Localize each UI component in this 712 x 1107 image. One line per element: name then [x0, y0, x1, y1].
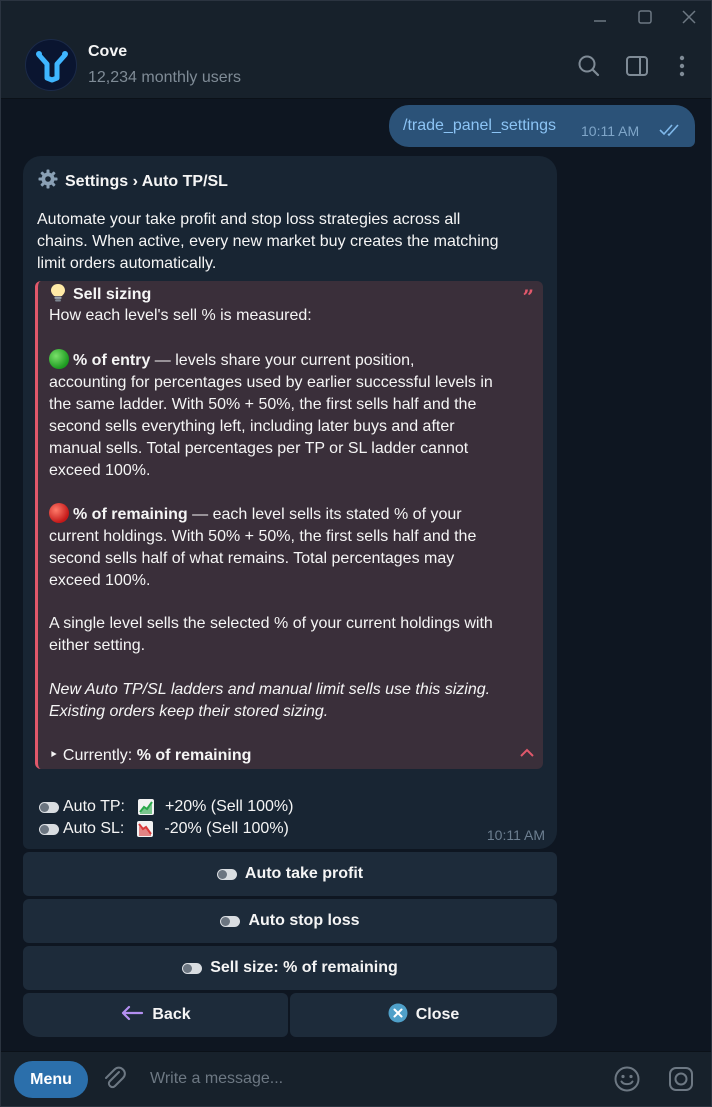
auto-sl-label: Auto SL: [63, 820, 125, 837]
auto-stop-loss-button[interactable]: Auto stop loss [23, 899, 557, 943]
single-level-note: A single level sells the selected % of y… [49, 613, 529, 657]
chat-subtitle: 12,234 monthly users [88, 69, 241, 86]
chevron-up-icon[interactable] [519, 745, 535, 763]
entry-line: — levels share your current position, [150, 352, 415, 369]
remaining-line: second sells half of what remains. Total… [49, 550, 455, 567]
quote-heading: Sell sizing [49, 283, 529, 306]
sell-sizing-quote[interactable]: ” Sell sizing How each level's sell % is… [35, 281, 543, 769]
outgoing-message-time: 10:11 AM [581, 123, 640, 139]
lightbulb-icon [49, 283, 67, 303]
incoming-message[interactable]: Settings › Auto TP/SL Automate your take… [23, 156, 557, 849]
cove-logo-icon [36, 51, 68, 83]
arrow-left-icon [120, 1005, 144, 1026]
red-circle-icon [49, 503, 69, 523]
entry-label: % of entry [73, 352, 151, 369]
remaining-line: — each level sells its stated % of your [187, 506, 462, 523]
current-prefix: ‣ Currently: [49, 747, 137, 764]
auto-sl-status: Auto SL: -20% (Sell 100%) [39, 820, 289, 838]
auto-stop-loss-label: Auto stop loss [248, 912, 360, 929]
more-options-icon[interactable] [669, 53, 695, 79]
maximize-icon[interactable] [635, 7, 655, 27]
remaining-line: current holdings. With 50% + 50%, the fi… [49, 528, 477, 545]
sell-size-label: Sell size: % of remaining [210, 959, 398, 976]
minimize-icon[interactable] [590, 7, 610, 27]
remaining-description: % of remaining — each level sells its st… [49, 503, 529, 592]
italic-line: New Auto TP/SL ladders and manual limit … [49, 681, 491, 698]
toggle-off-icon [39, 823, 59, 835]
close-window-icon[interactable] [679, 7, 699, 27]
entry-line: exceed 100%. [49, 462, 151, 479]
message-input[interactable] [150, 1066, 590, 1092]
italic-note: New Auto TP/SL ladders and manual limit … [49, 679, 529, 723]
green-circle-icon [49, 349, 69, 369]
camera-icon[interactable] [667, 1065, 695, 1093]
intro-line: Automate your take profit and stop loss … [37, 211, 461, 228]
chart-decreasing-icon [136, 820, 154, 838]
entry-description: % of entry — levels share your current p… [49, 349, 529, 482]
gear-icon [37, 168, 59, 195]
single-line: A single level sells the selected % of y… [49, 615, 493, 632]
intro-paragraph: Automate your take profit and stop loss … [37, 209, 537, 275]
intro-line: chains. When active, every new market bu… [37, 233, 499, 250]
toggle-off-icon [216, 868, 237, 880]
auto-take-profit-button[interactable]: Auto take profit [23, 852, 557, 896]
back-label: Back [152, 1006, 191, 1023]
menu-button[interactable]: Menu [14, 1061, 88, 1098]
chat-title: Cove [88, 43, 128, 60]
paperclip-icon[interactable] [101, 1065, 129, 1093]
outgoing-message[interactable]: /trade_panel_settings 10:11 AM [389, 105, 695, 147]
quote-subheading: How each level's sell % is measured: [49, 307, 312, 324]
settings-title-text: Settings › Auto TP/SL [65, 172, 228, 190]
auto-tp-label: Auto TP: [63, 798, 125, 815]
avatar[interactable] [25, 39, 77, 91]
current-value: % of remaining [136, 747, 252, 764]
toggle-off-icon [220, 915, 241, 927]
toggle-off-icon [182, 962, 203, 974]
entry-line: second sells everything left, including … [49, 418, 455, 435]
auto-take-profit-label: Auto take profit [244, 865, 364, 882]
sell-size-button[interactable]: Sell size: % of remaining [23, 946, 557, 990]
sidebar-toggle-icon[interactable] [624, 53, 650, 79]
chat-header[interactable]: Cove 12,234 monthly users [1, 33, 711, 99]
quote-heading-text: Sell sizing [73, 286, 152, 303]
entry-line: accounting for percentages used by earli… [49, 374, 493, 391]
emoji-icon[interactable] [613, 1065, 641, 1093]
auto-tp-status: Auto TP: +20% (Sell 100%) [39, 798, 293, 816]
close-button[interactable]: Close [290, 993, 557, 1037]
message-composer: Menu [1, 1051, 711, 1106]
settings-title: Settings › Auto TP/SL [37, 168, 228, 195]
back-button[interactable]: Back [23, 993, 288, 1037]
italic-line: Existing orders keep their stored sizing… [49, 703, 329, 720]
double-check-icon [659, 123, 683, 142]
telegram-window: Cove 12,234 monthly users /trade_panel_s… [0, 0, 712, 1107]
incoming-message-time: 10:11 AM [486, 827, 545, 843]
close-label: Close [415, 1006, 460, 1023]
remaining-line: exceed 100%. [49, 572, 151, 589]
remaining-label: % of remaining [73, 506, 188, 523]
entry-line: the same ladder. With 50% + 50%, the fir… [49, 396, 477, 413]
toggle-off-icon [39, 801, 59, 813]
auto-tp-value: +20% (Sell 100%) [164, 798, 294, 815]
intro-line: limit orders automatically. [37, 255, 217, 272]
single-line: either setting. [49, 637, 146, 654]
close-circle-icon [388, 1003, 408, 1028]
entry-line: manual sells. Total percentages per TP o… [49, 440, 469, 457]
current-setting[interactable]: ‣ Currently: % of remaining [49, 745, 529, 767]
window-titlebar [1, 1, 711, 33]
search-icon[interactable] [576, 53, 602, 79]
auto-sl-value: -20% (Sell 100%) [164, 820, 289, 837]
chart-increasing-icon [137, 798, 155, 816]
outgoing-command-text: /trade_panel_settings [403, 117, 556, 134]
